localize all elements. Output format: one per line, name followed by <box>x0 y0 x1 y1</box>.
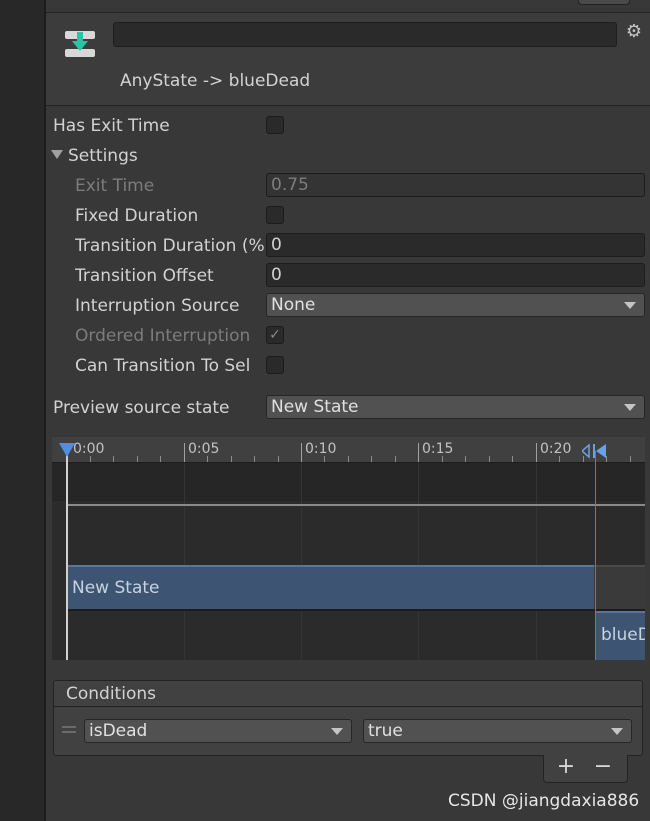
left-panel-edge <box>0 0 44 821</box>
foldout-triangle-icon[interactable] <box>51 150 63 159</box>
transition-offset-label: Transition Offset <box>75 266 214 286</box>
minor-tick <box>137 456 138 462</box>
preview-source-state-value: New State <box>271 397 359 417</box>
panel-divider <box>44 0 46 821</box>
minor-tick <box>231 456 232 462</box>
playhead-marker-icon[interactable] <box>59 443 75 457</box>
transition-weight-curve <box>66 504 645 506</box>
fixed-duration-checkbox[interactable] <box>266 206 284 224</box>
curve-area <box>52 463 645 501</box>
transition-offset-field[interactable]: 0 <box>266 263 645 287</box>
exit-time-label: Exit Time <box>75 176 155 196</box>
tick-label: 0:15 <box>422 441 454 457</box>
condition-value-value: true <box>368 721 403 741</box>
transition-end-marker-icon[interactable] <box>582 443 606 459</box>
source-state-bar[interactable]: New State <box>66 565 594 611</box>
can-transition-to-self-checkbox[interactable] <box>266 356 284 374</box>
minor-tick <box>371 456 372 462</box>
minor-tick <box>254 456 255 462</box>
condition-parameter-value: isDead <box>89 721 148 741</box>
minor-tick <box>630 456 631 462</box>
ordered-interruption-checkbox[interactable]: ✓ <box>266 326 284 344</box>
transition-duration-label: Transition Duration (% <box>75 236 265 256</box>
minor-tick <box>606 456 607 462</box>
source-state-bar-tail <box>594 565 645 611</box>
major-tick <box>536 443 537 462</box>
interruption-source-label: Interruption Source <box>75 296 240 316</box>
preview-source-state-dropdown[interactable]: New State <box>266 395 645 419</box>
gear-icon[interactable]: ⚙ <box>624 22 644 42</box>
top-toolbar-button[interactable] <box>578 0 630 5</box>
drag-handle-icon[interactable] <box>62 726 76 733</box>
minor-tick <box>278 456 279 462</box>
exit-time-field[interactable]: 0.75 <box>266 173 645 197</box>
tick-label: 0:10 <box>305 441 337 457</box>
minor-tick <box>465 456 466 462</box>
interruption-source-dropdown[interactable]: None <box>266 293 645 317</box>
minor-tick <box>113 456 114 462</box>
grid-line <box>184 463 185 660</box>
transition-name-field[interactable] <box>113 22 617 47</box>
chevron-down-icon <box>331 728 343 735</box>
add-condition-button[interactable]: + <box>556 754 576 780</box>
interruption-source-value: None <box>271 295 316 315</box>
transition-duration-field[interactable]: 0 <box>266 233 645 257</box>
preview-source-state-label: Preview source state <box>53 398 230 418</box>
condition-value-dropdown[interactable]: true <box>363 719 632 743</box>
grid-line <box>301 463 302 660</box>
fixed-duration-label: Fixed Duration <box>75 206 199 226</box>
chevron-down-icon <box>624 302 636 309</box>
remove-condition-button[interactable]: − <box>593 754 613 780</box>
watermark: CSDN @jiangdaxia886 <box>448 791 640 811</box>
major-tick <box>301 443 302 462</box>
transition-timeline[interactable]: 0:00 0:05 0:10 0:15 0:20 New State blueD… <box>52 437 645 660</box>
tick-label: 0:00 <box>73 441 105 457</box>
grid-line <box>418 463 419 660</box>
has-exit-time-checkbox[interactable] <box>266 116 284 134</box>
chevron-down-icon <box>624 404 636 411</box>
has-exit-time-label: Has Exit Time <box>53 116 170 136</box>
minor-tick <box>160 456 161 462</box>
playhead-line <box>66 451 68 660</box>
transition-arrow-icon <box>65 31 95 57</box>
major-tick <box>418 443 419 462</box>
major-tick <box>184 443 185 462</box>
conditions-title: Conditions <box>66 684 156 704</box>
grid-line <box>536 463 537 660</box>
tick-label: 0:05 <box>188 441 220 457</box>
timeline-ruler[interactable]: 0:00 0:05 0:10 0:15 0:20 <box>52 437 645 463</box>
condition-parameter-dropdown[interactable]: isDead <box>84 719 352 743</box>
transition-end-line <box>595 451 596 660</box>
minor-tick <box>512 456 513 462</box>
settings-foldout-label[interactable]: Settings <box>68 146 138 166</box>
transition-title: AnyState -> blueDead <box>120 71 311 91</box>
can-transition-to-self-label: Can Transition To Sel <box>75 356 251 376</box>
checkmark-icon: ✓ <box>269 327 281 343</box>
minor-tick <box>489 456 490 462</box>
tick-label: 0:20 <box>540 441 572 457</box>
minor-tick <box>348 456 349 462</box>
minor-tick <box>395 456 396 462</box>
ordered-interruption-label: Ordered Interruption <box>75 326 251 346</box>
destination-state-bar[interactable]: blueDead <box>595 611 645 660</box>
chevron-down-icon <box>611 728 623 735</box>
